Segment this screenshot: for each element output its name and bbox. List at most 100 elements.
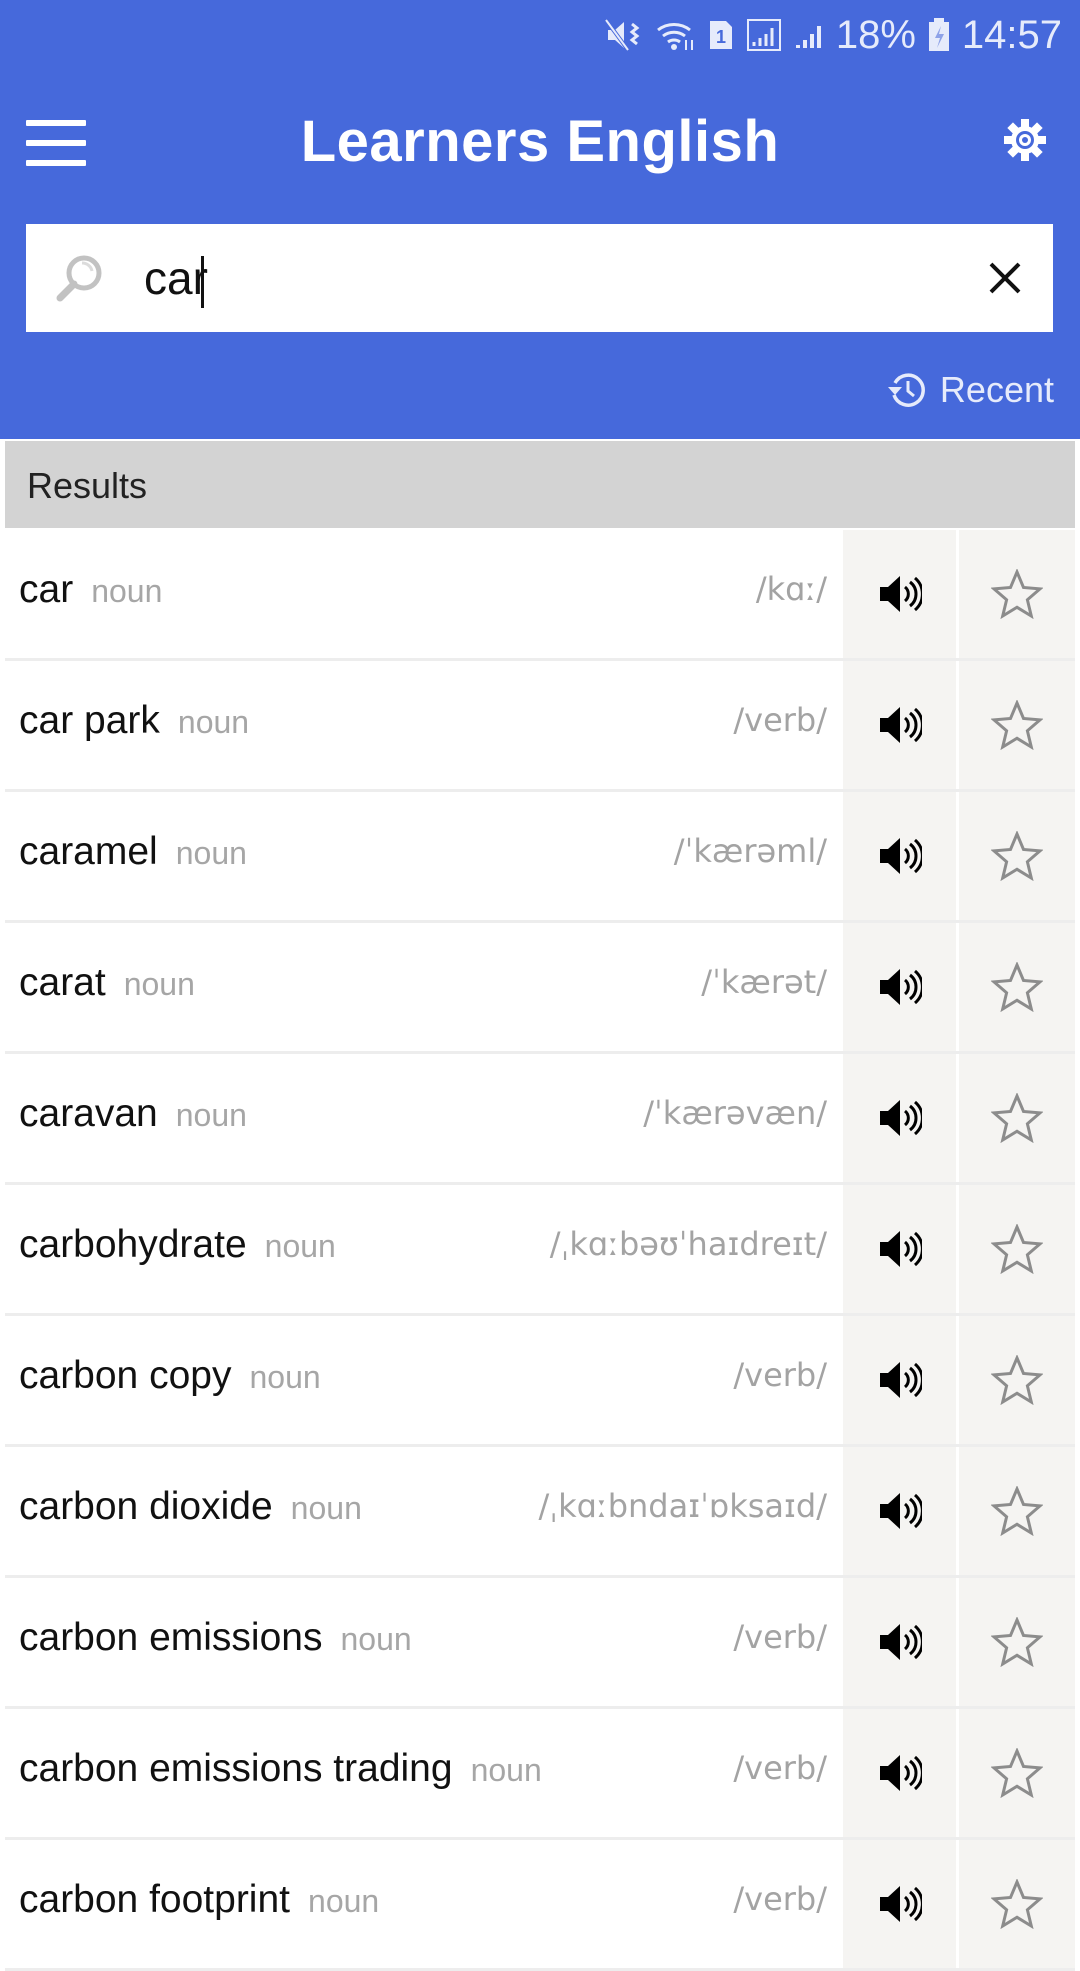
phonetic-transcription: /ˌkɑːbndaɪˈɒksaɪd/ bbox=[538, 1487, 827, 1525]
star-icon bbox=[991, 831, 1043, 881]
part-of-speech: noun bbox=[290, 1490, 362, 1526]
recent-button[interactable]: Recent bbox=[886, 364, 1054, 416]
result-word: car park noun bbox=[19, 699, 249, 743]
word-text: car bbox=[19, 568, 74, 611]
favorite-button[interactable] bbox=[959, 661, 1075, 789]
favorite-button[interactable] bbox=[959, 1185, 1075, 1313]
result-word: carat noun bbox=[19, 961, 195, 1005]
pronounce-button[interactable] bbox=[843, 923, 956, 1051]
word-text: caravan bbox=[19, 1092, 158, 1135]
phonetic-transcription: /verb/ bbox=[733, 1356, 827, 1394]
app-header: 1 18% 14:57 Learners English car Recent bbox=[0, 0, 1080, 439]
favorite-button[interactable] bbox=[959, 792, 1075, 920]
result-word: carbon footprint noun bbox=[19, 1878, 379, 1922]
favorite-button[interactable] bbox=[959, 1840, 1075, 1968]
result-word: carbon dioxide noun bbox=[19, 1485, 362, 1529]
signal-icon bbox=[794, 18, 824, 52]
part-of-speech: noun bbox=[308, 1883, 380, 1919]
word-text: carbon emissions bbox=[19, 1616, 323, 1659]
word-text: carbon copy bbox=[19, 1354, 232, 1397]
result-word: carbohydrate noun bbox=[19, 1223, 336, 1267]
phonetic-transcription: /ˌkɑːbəʊˈhaɪdreɪt/ bbox=[549, 1225, 827, 1263]
pronounce-button[interactable] bbox=[843, 1316, 956, 1444]
result-row[interactable]: carbon footprint noun /verb/ bbox=[5, 1840, 1075, 1971]
favorite-button[interactable] bbox=[959, 923, 1075, 1051]
result-row[interactable]: car park noun /verb/ bbox=[5, 661, 1075, 792]
pronounce-button[interactable] bbox=[843, 1578, 956, 1706]
phonetic-transcription: /verb/ bbox=[733, 1618, 827, 1656]
star-icon bbox=[991, 1879, 1043, 1929]
results-header: Results bbox=[5, 441, 1075, 528]
sim-1-icon: 1 bbox=[708, 19, 734, 51]
search-box bbox=[26, 224, 1053, 332]
result-row[interactable]: caravan noun /ˈkærəvæn/ bbox=[5, 1054, 1075, 1185]
mute-vibrate-icon bbox=[604, 18, 644, 52]
pronounce-button[interactable] bbox=[843, 1709, 956, 1837]
result-word: carbon emissions noun bbox=[19, 1616, 412, 1660]
pronounce-button[interactable] bbox=[843, 661, 956, 789]
results-heading: Results bbox=[27, 465, 148, 506]
part-of-speech: noun bbox=[177, 704, 250, 740]
speaker-icon bbox=[879, 1624, 922, 1660]
star-icon bbox=[991, 1224, 1043, 1274]
star-icon bbox=[991, 1748, 1043, 1798]
part-of-speech: noun bbox=[91, 573, 163, 609]
signal-icon bbox=[746, 18, 782, 52]
clock: 14:57 bbox=[961, 12, 1062, 57]
result-row[interactable]: car noun /kɑː/ bbox=[5, 530, 1075, 661]
favorite-button[interactable] bbox=[959, 1054, 1075, 1182]
speaker-icon bbox=[879, 1100, 922, 1136]
result-row[interactable]: carbon copy noun /verb/ bbox=[5, 1316, 1075, 1447]
speaker-icon bbox=[879, 969, 922, 1005]
word-text: car park bbox=[19, 699, 160, 742]
word-text: caramel bbox=[19, 830, 158, 873]
part-of-speech: noun bbox=[264, 1228, 336, 1264]
results-list: car noun /kɑː/ car park noun /verb/ cara… bbox=[5, 530, 1075, 1971]
part-of-speech: noun bbox=[123, 966, 195, 1002]
result-row[interactable]: caramel noun /ˈkærəml/ bbox=[5, 792, 1075, 923]
star-icon bbox=[991, 1486, 1043, 1536]
svg-text:1: 1 bbox=[716, 27, 726, 47]
clear-search-button[interactable] bbox=[981, 254, 1029, 302]
pronounce-button[interactable] bbox=[843, 1054, 956, 1182]
history-icon bbox=[887, 373, 925, 407]
result-word: carbon copy noun bbox=[19, 1354, 321, 1398]
phonetic-transcription: /kɑː/ bbox=[755, 570, 827, 608]
pronounce-button[interactable] bbox=[843, 530, 956, 658]
word-text: carat bbox=[19, 961, 106, 1004]
phonetic-transcription: /verb/ bbox=[733, 1880, 827, 1918]
word-text: carbon dioxide bbox=[19, 1485, 273, 1528]
star-icon bbox=[991, 1617, 1043, 1667]
speaker-icon bbox=[879, 838, 922, 874]
result-row[interactable]: carbohydrate noun /ˌkɑːbəʊˈhaɪdreɪt/ bbox=[5, 1185, 1075, 1316]
result-word: caravan noun bbox=[19, 1092, 247, 1136]
pronounce-button[interactable] bbox=[843, 1185, 956, 1313]
result-row[interactable]: carat noun /ˈkærət/ bbox=[5, 923, 1075, 1054]
close-icon bbox=[989, 262, 1021, 294]
status-bar: 1 18% 14:57 bbox=[604, 0, 1062, 70]
part-of-speech: noun bbox=[249, 1359, 321, 1395]
pronounce-button[interactable] bbox=[843, 1840, 956, 1968]
star-icon bbox=[991, 962, 1043, 1012]
phonetic-transcription: /ˈkærəml/ bbox=[673, 832, 827, 870]
favorite-button[interactable] bbox=[959, 1709, 1075, 1837]
speaker-icon bbox=[879, 576, 922, 612]
favorite-button[interactable] bbox=[959, 1447, 1075, 1575]
star-icon bbox=[991, 569, 1043, 619]
pronounce-button[interactable] bbox=[843, 1447, 956, 1575]
result-word: carbon emissions trading noun bbox=[19, 1747, 542, 1791]
favorite-button[interactable] bbox=[959, 1578, 1075, 1706]
star-icon bbox=[991, 700, 1043, 750]
text-caret bbox=[201, 256, 204, 308]
search-input[interactable] bbox=[144, 246, 964, 310]
speaker-icon bbox=[879, 1362, 922, 1398]
result-row[interactable]: carbon emissions trading noun /verb/ bbox=[5, 1709, 1075, 1840]
pronounce-button[interactable] bbox=[843, 792, 956, 920]
word-text: carbon footprint bbox=[19, 1878, 291, 1921]
settings-button[interactable] bbox=[1003, 118, 1047, 162]
result-row[interactable]: carbon dioxide noun /ˌkɑːbndaɪˈɒksaɪd/ bbox=[5, 1447, 1075, 1578]
result-row[interactable]: carbon emissions noun /verb/ bbox=[5, 1578, 1075, 1709]
favorite-button[interactable] bbox=[959, 530, 1075, 658]
favorite-button[interactable] bbox=[959, 1316, 1075, 1444]
recent-label: Recent bbox=[939, 369, 1054, 410]
